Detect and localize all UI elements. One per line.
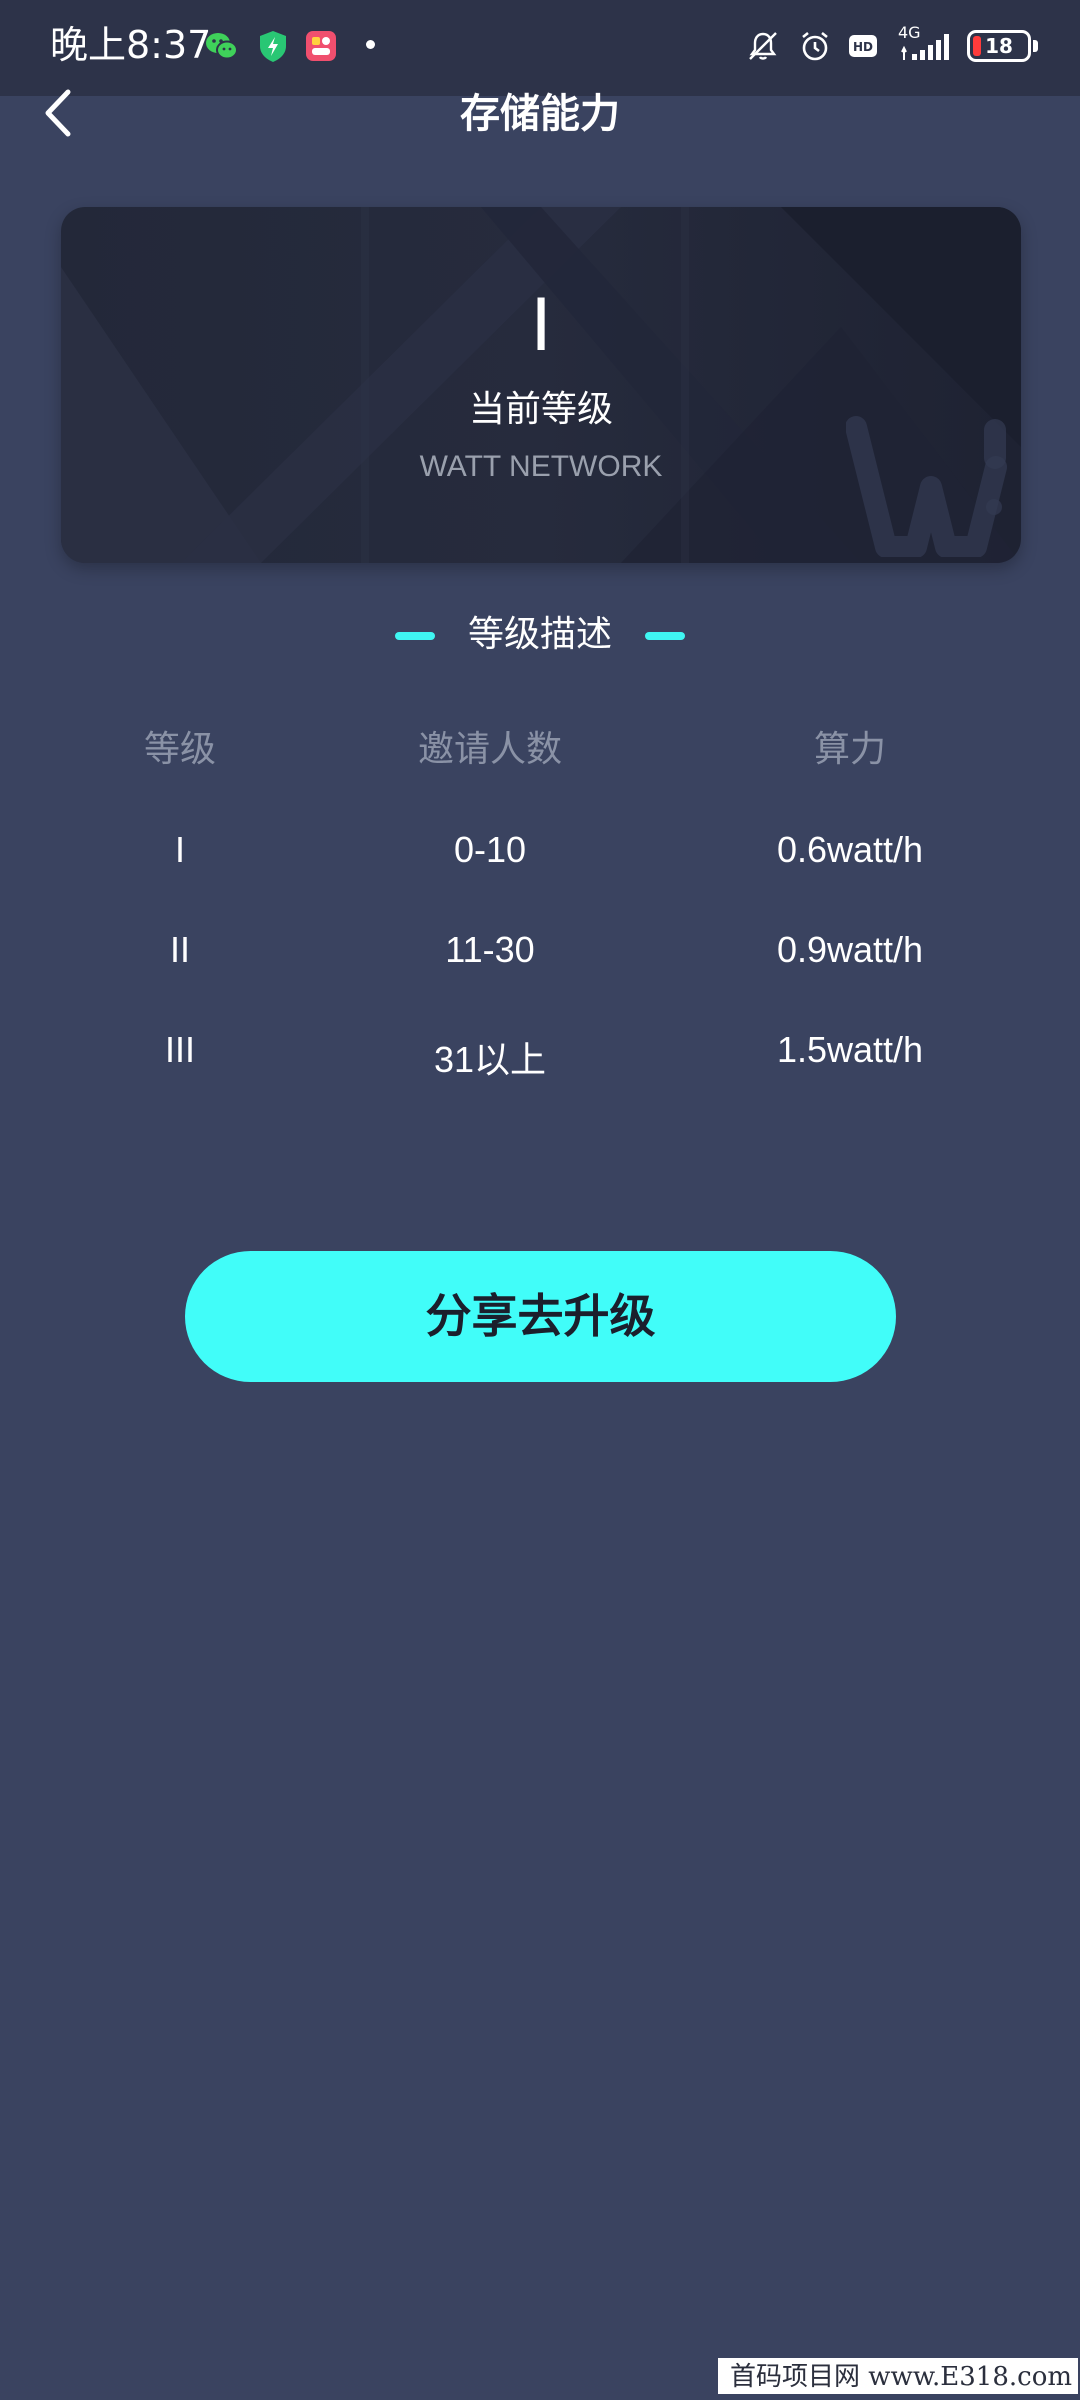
svg-text:HD: HD [853,40,873,54]
mute-icon [749,32,777,60]
table-header-level: 等级 [143,729,216,770]
table-header-power: 算力 [813,729,886,770]
table-cell-power: 0.6watt/h [776,829,924,870]
signal-icon [901,34,949,60]
wechat-icon [206,33,238,60]
app-icon [306,31,336,61]
section-dash-right [645,632,685,640]
status-time: 晚上8:37 [50,23,212,67]
table-row: I 0-10 0.6watt/h [0,815,1080,915]
table-cell-power: 1.5watt/h [776,1029,924,1070]
table-header-row: 等级 邀请人数 算力 [0,715,1080,815]
status-bar: 晚上8:37 HD 4G 18 [0,0,1080,96]
table-cell-invites: 0-10 [453,829,527,870]
battery-icon: 18 [967,30,1031,62]
table-row: III 31以上 1.5watt/h [0,1015,1080,1115]
page-title: 存储能力 [460,91,620,137]
level-table: 等级 邀请人数 算力 I 0-10 0.6watt/h II 11-30 0.9… [0,715,1080,1115]
table-cell-invites: 11-30 [445,929,535,970]
watermark: 首码项目网 www.E318.com [718,2358,1078,2394]
table-cell-power: 0.9watt/h [776,929,924,970]
shield-icon [260,31,286,62]
screen: 晚上8:37 HD 4G 18 存储能力 I 当前等级 WATT NETWORK… [0,0,1080,2400]
table-row: II 11-30 0.9watt/h [0,915,1080,1015]
table-cell-invites: 31以上 [433,1039,547,1080]
share-upgrade-button[interactable]: 分享去升级 [185,1251,896,1382]
alarm-icon [802,31,828,61]
section-header: 等级描述 [0,604,1080,664]
current-level-value: I [530,282,552,367]
level-card: I 当前等级 WATT NETWORK [61,207,1021,563]
table-cell-level: III [164,1029,195,1070]
notification-dot [366,40,375,49]
battery-percent: 18 [985,34,1013,58]
hd-icon: HD [849,35,877,57]
table-header-invites: 邀请人数 [417,729,562,770]
battery-tip [1033,40,1038,52]
table-cell-level: I [174,829,185,870]
table-cell-level: II [169,929,190,970]
section-title: 等级描述 [467,614,612,655]
w-logo-icon [846,416,1007,557]
